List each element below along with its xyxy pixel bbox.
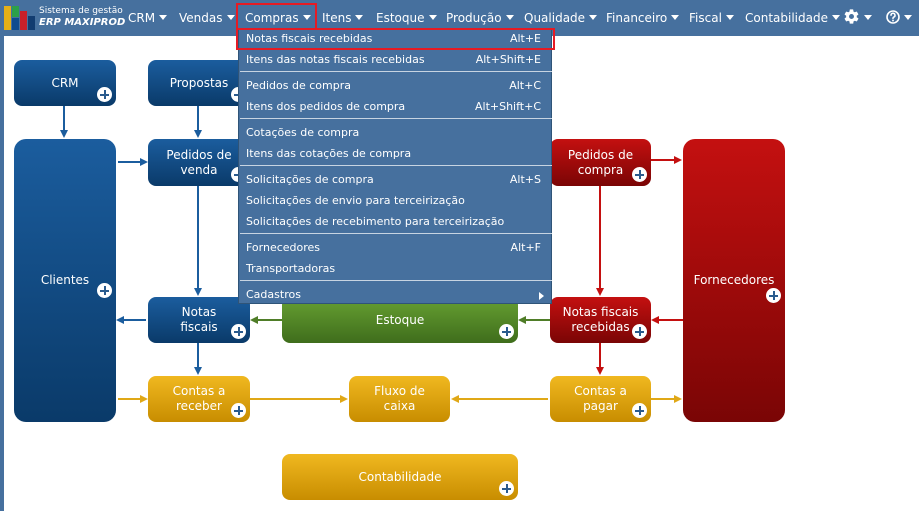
plus-icon[interactable]: [231, 403, 246, 418]
shortcut-label: Alt+Shift+E: [475, 53, 541, 66]
plus-icon[interactable]: [632, 324, 647, 339]
menu-item-highlight: [236, 28, 555, 50]
menu-separator: [240, 71, 552, 72]
node-propostas[interactable]: Propostas: [148, 60, 250, 106]
node-notas-fiscais[interactable]: Notas fiscais: [148, 297, 250, 343]
menu-item-cotacoes-de-compra[interactable]: Cotações de compra: [246, 126, 359, 139]
menu-item-solicitacoes-envio-terceirizacao[interactable]: Solicitações de envio para terceirização: [246, 194, 465, 207]
menu-separator: [240, 280, 552, 281]
menu-item-solicitacoes-de-compra[interactable]: Solicitações de compra: [246, 173, 374, 186]
plus-icon[interactable]: [632, 403, 647, 418]
plus-icon[interactable]: [97, 283, 112, 298]
shortcut-label: Alt+Shift+C: [474, 100, 541, 113]
chevron-right-icon: [539, 292, 544, 300]
shortcut-label: Alt+S: [509, 173, 541, 186]
shortcut-label: Alt+C: [509, 79, 541, 92]
menu-item-fornecedores[interactable]: Fornecedores: [246, 241, 320, 254]
plus-icon[interactable]: [766, 288, 781, 303]
menu-item-itens-cotacoes-de-compra[interactable]: Itens das cotações de compra: [246, 147, 411, 160]
node-fluxo-de-caixa[interactable]: Fluxo de caixa: [349, 376, 450, 422]
menu-separator: [240, 118, 552, 119]
node-fornecedores[interactable]: Fornecedores: [683, 139, 785, 422]
menu-item-cadastros[interactable]: Cadastros: [246, 288, 301, 301]
menu-separator: [240, 165, 552, 166]
menu-separator: [240, 233, 552, 234]
compras-dropdown: Notas fiscais recebidas Alt+E Itens das …: [238, 29, 552, 304]
node-contas-a-pagar[interactable]: Contas a pagar: [550, 376, 651, 422]
node-contabilidade[interactable]: Contabilidade: [282, 454, 518, 500]
node-clientes[interactable]: Clientes: [14, 139, 116, 422]
menu-item-itens-pedidos-de-compra[interactable]: Itens dos pedidos de compra: [246, 100, 405, 113]
node-crm[interactable]: CRM: [14, 60, 116, 106]
menu-item-transportadoras[interactable]: Transportadoras: [246, 262, 335, 275]
menu-item-pedidos-de-compra[interactable]: Pedidos de compra: [246, 79, 351, 92]
plus-icon[interactable]: [499, 324, 514, 339]
plus-icon[interactable]: [231, 324, 246, 339]
menu-item-itens-notas-fiscais-recebidas[interactable]: Itens das notas fiscais recebidas: [246, 53, 425, 66]
node-pedidos-de-venda[interactable]: Pedidos de venda: [148, 139, 250, 186]
menu-item-solicitacoes-recebimento-terceirizacao[interactable]: Solicitações de recebimento para terceir…: [246, 215, 504, 228]
shortcut-label: Alt+F: [510, 241, 541, 254]
node-pedidos-de-compra[interactable]: Pedidos de compra: [550, 139, 651, 186]
node-notas-fiscais-recebidas[interactable]: Notas fiscais recebidas: [550, 297, 651, 343]
plus-icon[interactable]: [97, 87, 112, 102]
node-contas-a-receber[interactable]: Contas a receber: [148, 376, 250, 422]
plus-icon[interactable]: [632, 167, 647, 182]
plus-icon[interactable]: [499, 481, 514, 496]
